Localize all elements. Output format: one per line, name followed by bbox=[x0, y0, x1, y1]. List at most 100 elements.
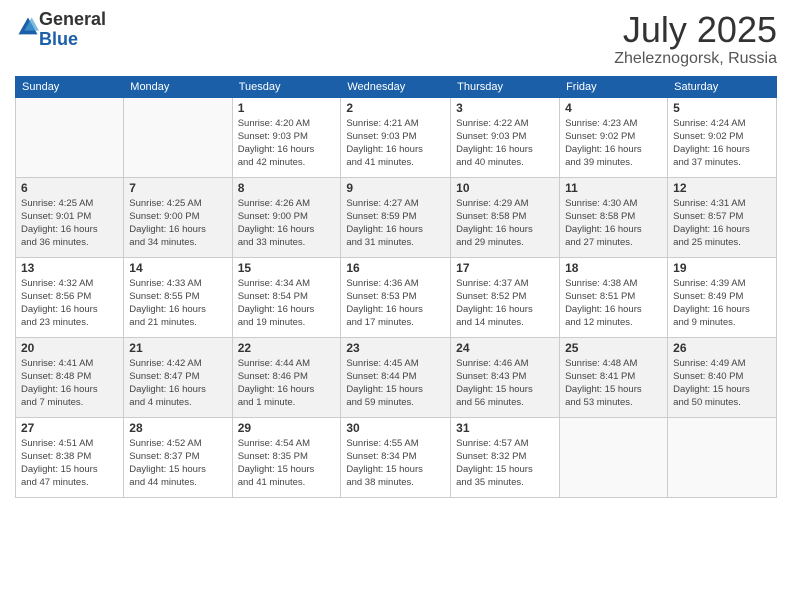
calendar-week-row: 13Sunrise: 4:32 AM Sunset: 8:56 PM Dayli… bbox=[16, 257, 777, 337]
day-number: 4 bbox=[565, 101, 662, 115]
logo-text: General Blue bbox=[39, 10, 106, 50]
table-row: 24Sunrise: 4:46 AM Sunset: 8:43 PM Dayli… bbox=[451, 337, 560, 417]
table-row: 16Sunrise: 4:36 AM Sunset: 8:53 PM Dayli… bbox=[341, 257, 451, 337]
col-saturday: Saturday bbox=[668, 76, 777, 97]
table-row: 30Sunrise: 4:55 AM Sunset: 8:34 PM Dayli… bbox=[341, 417, 451, 497]
day-number: 6 bbox=[21, 181, 118, 195]
day-info: Sunrise: 4:39 AM Sunset: 8:49 PM Dayligh… bbox=[673, 277, 771, 330]
day-info: Sunrise: 4:49 AM Sunset: 8:40 PM Dayligh… bbox=[673, 357, 771, 410]
day-number: 18 bbox=[565, 261, 662, 275]
col-tuesday: Tuesday bbox=[232, 76, 341, 97]
table-row: 22Sunrise: 4:44 AM Sunset: 8:46 PM Dayli… bbox=[232, 337, 341, 417]
day-info: Sunrise: 4:24 AM Sunset: 9:02 PM Dayligh… bbox=[673, 117, 771, 170]
calendar-header-row: Sunday Monday Tuesday Wednesday Thursday… bbox=[16, 76, 777, 97]
table-row: 7 Sunrise: 4:25 AM Sunset: 9:00 PM Daylig… bbox=[124, 177, 232, 257]
col-friday: Friday bbox=[560, 76, 668, 97]
table-row: 31 Sunrise: 4:57 AM Sunset: 8:32 PM Dayli… bbox=[451, 417, 560, 497]
day-number: 30 bbox=[346, 421, 445, 435]
table-row: 21Sunrise: 4:42 AM Sunset: 8:47 PM Dayli… bbox=[124, 337, 232, 417]
logo-blue: Blue bbox=[39, 29, 78, 49]
day-number: 9 bbox=[346, 181, 445, 195]
day-info: Sunrise: 4:46 AM Sunset: 8:43 PM Dayligh… bbox=[456, 357, 554, 410]
day-number: 26 bbox=[673, 341, 771, 355]
day-info: Sunrise: 4:20 AM Sunset: 9:03 PM Dayligh… bbox=[238, 117, 336, 170]
col-monday: Monday bbox=[124, 76, 232, 97]
day-info: Sunrise: 4:42 AM Sunset: 8:47 PM Dayligh… bbox=[129, 357, 226, 410]
table-row: 1 Sunrise: 4:20 AM Sunset: 9:03 PM Daylig… bbox=[232, 97, 341, 177]
day-number: 17 bbox=[456, 261, 554, 275]
logo: General Blue bbox=[15, 10, 106, 50]
day-info: Sunrise: 4:38 AM Sunset: 8:51 PM Dayligh… bbox=[565, 277, 662, 330]
table-row: 12 Sunrise: 4:31 AM Sunset: 8:57 PM Dayli… bbox=[668, 177, 777, 257]
logo-general: General bbox=[39, 9, 106, 29]
table-row: 10 Sunrise: 4:29 AM Sunset: 8:58 PM Dayli… bbox=[451, 177, 560, 257]
logo-icon bbox=[17, 16, 39, 38]
table-row: 26 Sunrise: 4:49 AM Sunset: 8:40 PM Dayli… bbox=[668, 337, 777, 417]
table-row: 4 Sunrise: 4:23 AM Sunset: 9:02 PM Daylig… bbox=[560, 97, 668, 177]
day-info: Sunrise: 4:51 AM Sunset: 8:38 PM Dayligh… bbox=[21, 437, 118, 490]
location: Zheleznogorsk, Russia bbox=[614, 50, 777, 68]
calendar-week-row: 1 Sunrise: 4:20 AM Sunset: 9:03 PM Daylig… bbox=[16, 97, 777, 177]
day-info: Sunrise: 4:30 AM Sunset: 8:58 PM Dayligh… bbox=[565, 197, 662, 250]
day-number: 20 bbox=[21, 341, 118, 355]
day-number: 23 bbox=[346, 341, 445, 355]
day-info: Sunrise: 4:21 AM Sunset: 9:03 PM Dayligh… bbox=[346, 117, 445, 170]
day-info: Sunrise: 4:57 AM Sunset: 8:32 PM Dayligh… bbox=[456, 437, 554, 490]
day-info: Sunrise: 4:23 AM Sunset: 9:02 PM Dayligh… bbox=[565, 117, 662, 170]
table-row: 28 Sunrise: 4:52 AM Sunset: 8:37 PM Dayli… bbox=[124, 417, 232, 497]
table-row: 18 Sunrise: 4:38 AM Sunset: 8:51 PM Dayli… bbox=[560, 257, 668, 337]
day-number: 2 bbox=[346, 101, 445, 115]
table-row: 8 Sunrise: 4:26 AM Sunset: 9:00 PM Daylig… bbox=[232, 177, 341, 257]
day-info: Sunrise: 4:52 AM Sunset: 8:37 PM Dayligh… bbox=[129, 437, 226, 490]
day-info: Sunrise: 4:45 AM Sunset: 8:44 PM Dayligh… bbox=[346, 357, 445, 410]
day-number: 14 bbox=[129, 261, 226, 275]
day-info: Sunrise: 4:29 AM Sunset: 8:58 PM Dayligh… bbox=[456, 197, 554, 250]
day-number: 11 bbox=[565, 181, 662, 195]
calendar-week-row: 27Sunrise: 4:51 AM Sunset: 8:38 PM Dayli… bbox=[16, 417, 777, 497]
day-info: Sunrise: 4:22 AM Sunset: 9:03 PM Dayligh… bbox=[456, 117, 554, 170]
day-info: Sunrise: 4:26 AM Sunset: 9:00 PM Dayligh… bbox=[238, 197, 336, 250]
day-info: Sunrise: 4:33 AM Sunset: 8:55 PM Dayligh… bbox=[129, 277, 226, 330]
day-number: 12 bbox=[673, 181, 771, 195]
calendar: Sunday Monday Tuesday Wednesday Thursday… bbox=[15, 76, 777, 498]
day-info: Sunrise: 4:25 AM Sunset: 9:00 PM Dayligh… bbox=[129, 197, 226, 250]
day-number: 16 bbox=[346, 261, 445, 275]
day-info: Sunrise: 4:44 AM Sunset: 8:46 PM Dayligh… bbox=[238, 357, 336, 410]
day-number: 15 bbox=[238, 261, 336, 275]
table-row: 2 Sunrise: 4:21 AM Sunset: 9:03 PM Daylig… bbox=[341, 97, 451, 177]
table-row bbox=[560, 417, 668, 497]
day-number: 8 bbox=[238, 181, 336, 195]
table-row: 6 Sunrise: 4:25 AM Sunset: 9:01 PM Daylig… bbox=[16, 177, 124, 257]
day-info: Sunrise: 4:34 AM Sunset: 8:54 PM Dayligh… bbox=[238, 277, 336, 330]
day-info: Sunrise: 4:31 AM Sunset: 8:57 PM Dayligh… bbox=[673, 197, 771, 250]
day-info: Sunrise: 4:32 AM Sunset: 8:56 PM Dayligh… bbox=[21, 277, 118, 330]
day-number: 31 bbox=[456, 421, 554, 435]
table-row: 15 Sunrise: 4:34 AM Sunset: 8:54 PM Dayli… bbox=[232, 257, 341, 337]
table-row bbox=[124, 97, 232, 177]
table-row: 23 Sunrise: 4:45 AM Sunset: 8:44 PM Dayli… bbox=[341, 337, 451, 417]
day-number: 28 bbox=[129, 421, 226, 435]
month-title: July 2025 bbox=[614, 10, 777, 50]
day-info: Sunrise: 4:41 AM Sunset: 8:48 PM Dayligh… bbox=[21, 357, 118, 410]
day-number: 7 bbox=[129, 181, 226, 195]
table-row: 17Sunrise: 4:37 AM Sunset: 8:52 PM Dayli… bbox=[451, 257, 560, 337]
table-row: 14 Sunrise: 4:33 AM Sunset: 8:55 PM Dayli… bbox=[124, 257, 232, 337]
header: General Blue July 2025 Zheleznogorsk, Ru… bbox=[15, 10, 777, 68]
table-row: 13Sunrise: 4:32 AM Sunset: 8:56 PM Dayli… bbox=[16, 257, 124, 337]
table-row: 20 Sunrise: 4:41 AM Sunset: 8:48 PM Dayli… bbox=[16, 337, 124, 417]
day-number: 3 bbox=[456, 101, 554, 115]
day-number: 10 bbox=[456, 181, 554, 195]
day-info: Sunrise: 4:27 AM Sunset: 8:59 PM Dayligh… bbox=[346, 197, 445, 250]
day-number: 25 bbox=[565, 341, 662, 355]
day-info: Sunrise: 4:25 AM Sunset: 9:01 PM Dayligh… bbox=[21, 197, 118, 250]
table-row bbox=[668, 417, 777, 497]
title-block: July 2025 Zheleznogorsk, Russia bbox=[614, 10, 777, 68]
table-row: 3 Sunrise: 4:22 AM Sunset: 9:03 PM Daylig… bbox=[451, 97, 560, 177]
table-row: 5Sunrise: 4:24 AM Sunset: 9:02 PM Daylig… bbox=[668, 97, 777, 177]
day-number: 1 bbox=[238, 101, 336, 115]
table-row: 9 Sunrise: 4:27 AM Sunset: 8:59 PM Daylig… bbox=[341, 177, 451, 257]
day-number: 19 bbox=[673, 261, 771, 275]
col-wednesday: Wednesday bbox=[341, 76, 451, 97]
col-sunday: Sunday bbox=[16, 76, 124, 97]
col-thursday: Thursday bbox=[451, 76, 560, 97]
